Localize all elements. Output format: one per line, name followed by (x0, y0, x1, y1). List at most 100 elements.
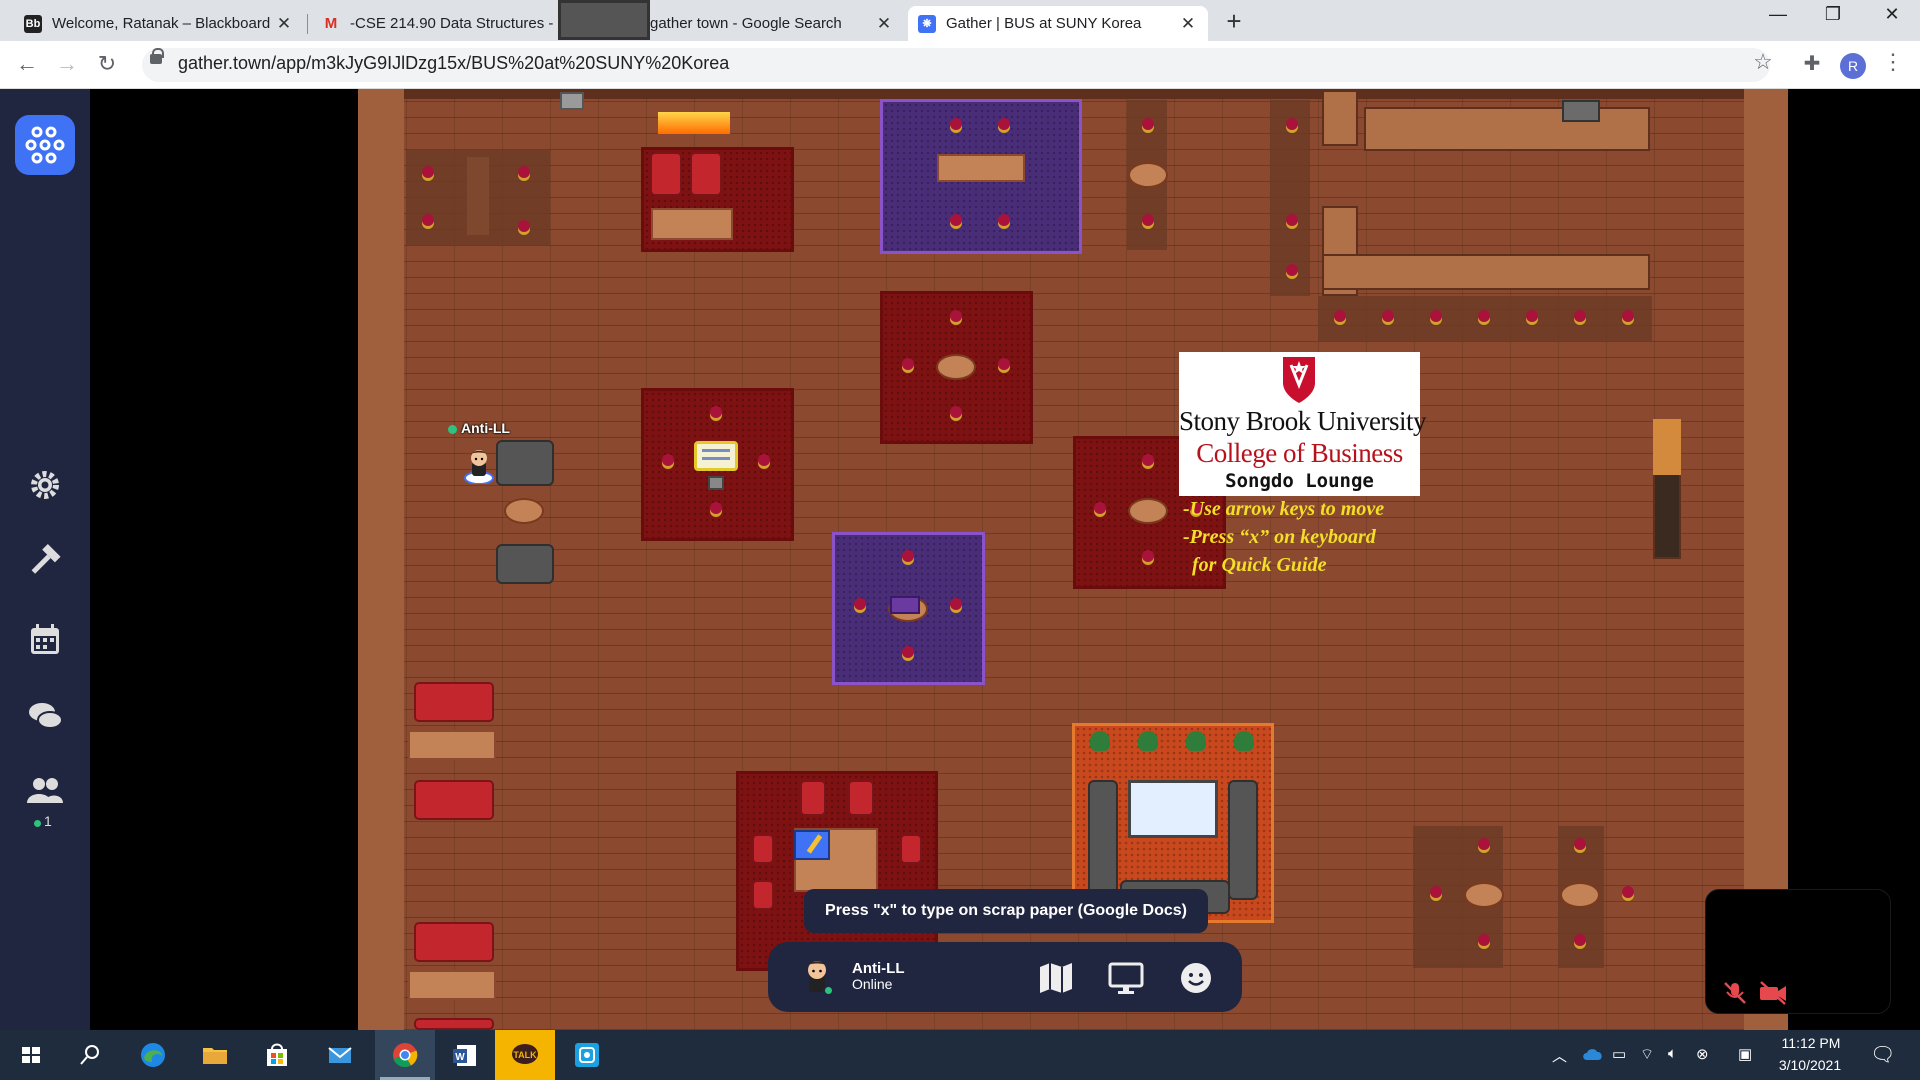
reload-icon[interactable]: ↻ (92, 51, 122, 77)
tab-gather-active[interactable]: ❋ Gather | BUS at SUNY Korea ✕ (908, 6, 1208, 41)
notifications-icon[interactable]: 🗨︎ (1870, 1042, 1895, 1067)
ime-language-icon[interactable]: ▣ (1738, 1045, 1752, 1063)
tray-chevron-icon[interactable]: ︿ (1552, 1045, 1567, 1066)
gray-armchair (496, 544, 554, 584)
camera-app-icon[interactable] (570, 1038, 604, 1072)
tab-title: Welcome, Ratanak – Blackboard (52, 15, 271, 32)
wall-device (560, 92, 584, 110)
seat (1382, 310, 1394, 322)
blackboard-favicon-icon: Bb (24, 14, 42, 33)
back-arrow-icon[interactable]: ← (12, 51, 42, 77)
player-name-label: Anti-LL (461, 420, 510, 436)
armchair (752, 834, 774, 864)
player-online-dot (448, 425, 457, 434)
tab-divider (307, 14, 308, 34)
wifi-icon[interactable]: ⌔ (1640, 1045, 1654, 1064)
file-explorer-icon[interactable] (198, 1038, 232, 1072)
sign-university-name: Stony Brook University (1179, 406, 1427, 436)
seat (1574, 838, 1586, 850)
new-tab-button[interactable]: + (1220, 6, 1248, 37)
left-wall (358, 89, 404, 1030)
red-couch (414, 780, 494, 820)
chrome-icon[interactable] (388, 1038, 422, 1072)
tab-blackboard[interactable]: Bb Welcome, Ratanak – Blackboard ✕ (14, 6, 304, 41)
close-tab-icon[interactable]: ✕ (1178, 14, 1198, 34)
gray-sofa (1228, 780, 1258, 900)
seat (1574, 310, 1586, 322)
armchair (752, 880, 774, 910)
coffee-table (408, 970, 496, 1000)
clock-time[interactable]: 11:12 PM (1776, 1035, 1846, 1051)
tab-title: Gather | BUS at SUNY Korea (946, 15, 1142, 32)
calendar-icon[interactable] (25, 619, 65, 659)
bookshelf (1364, 107, 1650, 151)
close-tab-icon[interactable]: ✕ (274, 14, 294, 34)
tab-google-search[interactable]: gather town - Google Search ✕ (612, 6, 904, 41)
kakaotalk-icon[interactable]: TALK (508, 1038, 542, 1072)
chat-bubbles-icon[interactable] (25, 695, 65, 735)
store-icon[interactable] (260, 1038, 294, 1072)
seat (998, 358, 1010, 370)
seat (854, 598, 866, 610)
onedrive-cloud-icon[interactable] (1582, 1047, 1604, 1065)
whiteboard[interactable] (1128, 780, 1218, 838)
mic-muted-icon[interactable] (1722, 980, 1748, 1006)
word-icon[interactable]: W (448, 1038, 482, 1072)
url-text[interactable]: gather.town/app/m3kJyG9IJlDzg15x/BUS%20a… (178, 53, 729, 74)
potted-plant-icon (1090, 731, 1110, 751)
scrap-paper-icon[interactable] (794, 830, 830, 860)
round-table (1128, 498, 1168, 524)
screen-share-icon[interactable] (1106, 958, 1146, 998)
seat (1622, 886, 1634, 898)
close-tab-icon[interactable]: ✕ (874, 14, 894, 34)
brick-wall-patch (1653, 419, 1681, 475)
forward-arrow-icon[interactable]: → (52, 51, 82, 77)
purple-game-icon[interactable] (890, 596, 920, 614)
top-wall (404, 89, 1744, 99)
camera-off-icon[interactable] (1758, 980, 1788, 1006)
seat (1622, 310, 1634, 322)
self-name[interactable]: Anti-LL (852, 960, 904, 977)
seat (1478, 310, 1490, 322)
bookmark-star-icon[interactable]: ☆ (1748, 49, 1778, 75)
edge-browser-icon[interactable] (136, 1038, 170, 1072)
seat (422, 214, 434, 226)
sign-college-name: College of Business (1196, 438, 1403, 468)
emoji-icon[interactable] (1176, 958, 1216, 998)
armchair (650, 152, 682, 196)
participants-icon[interactable] (25, 771, 65, 811)
tray-close-icon[interactable]: ⊗ (1696, 1045, 1709, 1063)
map-icon[interactable] (1036, 958, 1076, 998)
armchair (800, 780, 826, 816)
instruction-line-1: -Use arrow keys to move (1183, 498, 1385, 520)
mail-icon[interactable] (323, 1038, 357, 1072)
close-window-icon[interactable]: ✕ (1872, 4, 1912, 25)
gray-sofa (1088, 780, 1118, 900)
svg-text:TALK: TALK (513, 1050, 537, 1060)
seat (518, 166, 530, 178)
chrome-menu-icon[interactable]: ⋮ (1878, 49, 1908, 75)
windows-start-icon[interactable] (14, 1038, 48, 1072)
minimize-icon[interactable]: — (1758, 4, 1798, 25)
extensions-puzzle-icon[interactable]: ✚ (1797, 51, 1827, 76)
player-avatar-icon[interactable] (464, 448, 494, 485)
build-hammer-icon[interactable] (25, 541, 65, 581)
gather-logo-icon[interactable] (15, 115, 75, 175)
seat (1430, 310, 1442, 322)
seat (1094, 502, 1106, 514)
self-status[interactable]: Online (852, 976, 892, 992)
profile-avatar[interactable]: R (1840, 53, 1866, 79)
battery-icon[interactable]: ▭ (1612, 1045, 1626, 1063)
seat (1334, 310, 1346, 322)
search-icon[interactable] (73, 1038, 107, 1072)
settings-gear-icon[interactable] (25, 465, 65, 505)
clock-date[interactable]: 3/10/2021 (1770, 1057, 1850, 1073)
volume-icon[interactable]: 🔈︎ (1668, 1045, 1677, 1062)
seat (1286, 214, 1298, 226)
computer-screen-icon[interactable] (694, 441, 738, 471)
computer-stand (708, 476, 724, 490)
restore-icon[interactable]: ❐ (1813, 4, 1853, 25)
bar-counter (1322, 254, 1650, 290)
seat (902, 646, 914, 658)
seat (1286, 264, 1298, 276)
